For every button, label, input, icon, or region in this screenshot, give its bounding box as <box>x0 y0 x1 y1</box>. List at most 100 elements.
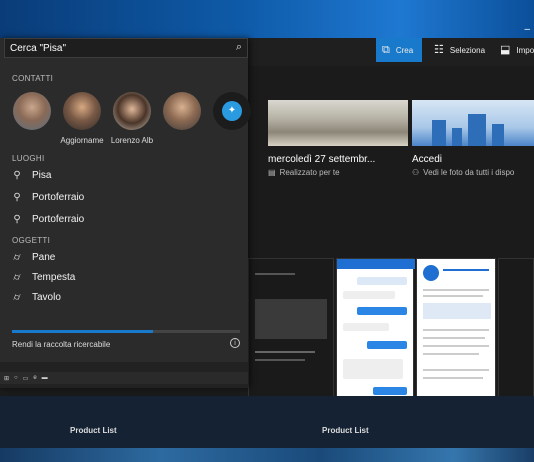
sign-in-subtitle: ⚇ Vedi le foto da tutti i dispo <box>412 168 534 177</box>
chat-bubble <box>343 291 395 299</box>
search-icon[interactable]: ⌕ <box>236 41 242 54</box>
album-icon: ▤ <box>268 168 276 177</box>
edge-icon[interactable]: e <box>33 375 36 381</box>
object-item[interactable]: ⌭ Pane <box>12 252 55 263</box>
create-label: Crea <box>395 45 414 55</box>
contacts-section-header: CONTATTI <box>12 74 54 83</box>
indexing-progress-bar <box>12 330 240 333</box>
location-pin-icon: ⚲ <box>13 214 21 225</box>
album-title: mercoledì 27 settembr... <box>268 154 376 165</box>
product-list-caption: Product List <box>70 426 117 435</box>
thumb-banner <box>423 303 491 319</box>
location-pin-icon: ⚲ <box>13 192 21 203</box>
place-item[interactable]: ⚲ Portoferraio <box>12 214 84 225</box>
album-thumbnail <box>268 100 408 146</box>
chat-bubble <box>343 359 403 379</box>
building-shape <box>432 120 446 146</box>
thumb-line <box>423 345 489 347</box>
thumb-block <box>255 299 327 339</box>
thumb-line <box>255 273 295 275</box>
make-searchable-link[interactable]: Rendi la raccolta ricercabile <box>12 340 110 349</box>
avatar <box>13 92 51 130</box>
select-label: Seleziona <box>449 45 486 55</box>
object-label: Pane <box>32 252 56 263</box>
thumb-header <box>337 259 415 269</box>
album-subtitle: ▤ Realizzato per te <box>268 168 408 177</box>
info-icon[interactable]: i <box>230 338 240 348</box>
tag-icon: ⌭ <box>13 272 21 283</box>
album-subtitle-text: Realizzato per te <box>279 168 340 177</box>
contact-label: Lorenzo Alb <box>110 136 154 145</box>
desktop-wallpaper-bottom <box>0 448 534 462</box>
contact-item[interactable] <box>162 92 202 145</box>
object-label: Tavolo <box>32 292 61 303</box>
contact-item[interactable]: Aggiorname <box>60 92 104 145</box>
start-icon[interactable]: ⊞ <box>4 375 9 382</box>
create-button[interactable]: ⧉ Crea <box>376 38 422 62</box>
avatar <box>163 92 201 130</box>
contact-label: Aggiorname <box>60 136 104 145</box>
building-shape <box>452 128 462 146</box>
objects-section-header: OGGETTI <box>12 236 51 245</box>
thumb-line <box>255 351 315 353</box>
sign-in-subtitle-text: Vedi le foto da tutti i dispo <box>423 168 515 177</box>
object-item[interactable]: ⌭ Tavolo <box>12 292 61 303</box>
taskbar: ⊞ ○ ▭ e ▬ <box>0 372 248 384</box>
product-list-caption: Product List <box>322 426 369 435</box>
import-button[interactable]: ⬓ Import <box>494 38 534 62</box>
chat-bubble <box>357 277 407 285</box>
select-button[interactable]: ☷ Seleziona <box>428 38 491 62</box>
thumb-line <box>255 359 305 361</box>
thumb-line <box>423 377 483 379</box>
object-item[interactable]: ⌭ Tempesta <box>12 272 75 283</box>
twitter-avatar: ✦ <box>213 92 251 130</box>
task-view-icon[interactable]: ▭ <box>23 375 29 382</box>
building-shape <box>492 124 504 146</box>
contact-item[interactable]: ✦ <box>212 92 252 145</box>
tag-icon: ⌭ <box>13 292 21 303</box>
sign-in-tile[interactable]: Accedi ⚇ Vedi le foto da tutti i dispo <box>412 100 534 180</box>
search-box: ⌕ <box>4 38 248 58</box>
minimize-icon[interactable]: – <box>524 24 530 35</box>
search-input[interactable] <box>5 39 225 57</box>
places-section-header: LUOGHI <box>12 154 45 163</box>
search-flyout: ⌕ CONTATTI Aggiorname Lorenzo Alb ✦ LUOG… <box>0 38 251 388</box>
thumb-line <box>423 369 489 371</box>
place-label: Portoferraio <box>32 192 85 203</box>
indexing-progress-fill <box>12 330 154 333</box>
place-item[interactable]: ⚲ Pisa <box>12 170 51 181</box>
twitter-icon: ✦ <box>222 101 242 121</box>
thumb-line <box>423 295 483 297</box>
location-pin-icon: ⚲ <box>13 170 21 181</box>
import-label: Import <box>516 45 534 55</box>
people-icon: ⚇ <box>412 168 420 177</box>
lower-photo-strip <box>0 396 534 448</box>
chat-bubble <box>357 307 407 315</box>
chat-bubble <box>343 323 389 331</box>
contacts-row: Aggiorname Lorenzo Alb ✦ <box>12 92 252 145</box>
thumb-line <box>423 289 489 291</box>
thumb-logo <box>423 265 439 281</box>
thumb-line <box>423 329 489 331</box>
thumb-line <box>423 353 479 355</box>
chat-bubble <box>367 341 407 349</box>
object-label: Tempesta <box>32 272 76 283</box>
contact-item[interactable] <box>12 92 52 145</box>
tag-icon: ⌭ <box>13 252 21 263</box>
building-shape <box>468 114 486 146</box>
folder-icon[interactable]: ▬ <box>42 375 48 381</box>
select-icon: ☷ <box>434 43 444 56</box>
sign-in-title: Accedi <box>412 154 443 165</box>
chat-bubble <box>373 387 407 395</box>
desktop-wallpaper-top <box>0 0 534 38</box>
album-tile[interactable]: mercoledì 27 settembr... ▤ Realizzato pe… <box>268 100 408 180</box>
place-label: Portoferraio <box>32 214 85 225</box>
avatar <box>113 92 151 130</box>
contact-item[interactable]: Lorenzo Alb <box>111 92 153 145</box>
thumb-line <box>423 337 485 339</box>
avatar <box>63 92 101 130</box>
import-icon: ⬓ <box>500 43 511 56</box>
search-taskbar-icon[interactable]: ○ <box>14 375 18 381</box>
place-item[interactable]: ⚲ Portoferraio <box>12 192 84 203</box>
place-label: Pisa <box>32 170 52 181</box>
